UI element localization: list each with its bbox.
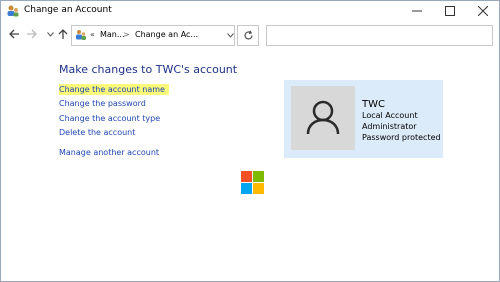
user-accounts-icon: [7, 5, 19, 17]
window-title: Change an Account: [24, 5, 112, 15]
navigation-bar: « Man... > Change an Ac...: [1, 23, 499, 47]
change-account-window: Change an Account « Man... > Change an A…: [0, 0, 500, 282]
windows-logo-icon: [241, 171, 264, 194]
avatar: [291, 86, 355, 150]
breadcrumb-separator[interactable]: >: [123, 30, 130, 39]
account-name: TWC: [362, 99, 385, 110]
page-title: Make changes to TWC's account: [59, 63, 238, 76]
change-account-type-link[interactable]: Change the account type: [59, 114, 160, 123]
account-password-status: Password protected: [362, 133, 441, 142]
breadcrumb-change-account[interactable]: Change an Ac...: [135, 30, 198, 39]
account-type: Local Account: [362, 111, 418, 120]
close-icon[interactable]: [466, 1, 499, 21]
delete-account-link[interactable]: Delete the account: [59, 128, 135, 137]
breadcrumb-manage-accounts[interactable]: Man...: [100, 30, 125, 39]
maximize-icon[interactable]: [433, 1, 466, 21]
change-account-name-label[interactable]: Change the account name: [59, 84, 169, 95]
manage-another-account-link[interactable]: Manage another account: [59, 148, 159, 157]
user-avatar-icon: [306, 100, 340, 135]
change-account-name-link[interactable]: Change the account name: [59, 84, 169, 95]
minimize-icon[interactable]: [400, 1, 433, 21]
title-bar: Change an Account: [1, 1, 499, 21]
search-input[interactable]: [266, 25, 493, 46]
back-arrow-icon[interactable]: [6, 26, 22, 42]
address-dropdown-chevron-icon[interactable]: [227, 27, 235, 43]
refresh-icon[interactable]: [237, 25, 259, 46]
up-arrow-icon[interactable]: [55, 26, 71, 42]
account-role: Administrator: [362, 122, 417, 131]
change-password-link[interactable]: Change the password: [59, 99, 146, 108]
forward-arrow-icon[interactable]: [24, 26, 40, 42]
account-card: TWC Local Account Administrator Password…: [284, 80, 443, 158]
address-bar[interactable]: « Man... > Change an Ac...: [71, 25, 235, 46]
breadcrumb-overflow[interactable]: «: [90, 30, 95, 39]
control-panel-icon: [76, 30, 86, 40]
